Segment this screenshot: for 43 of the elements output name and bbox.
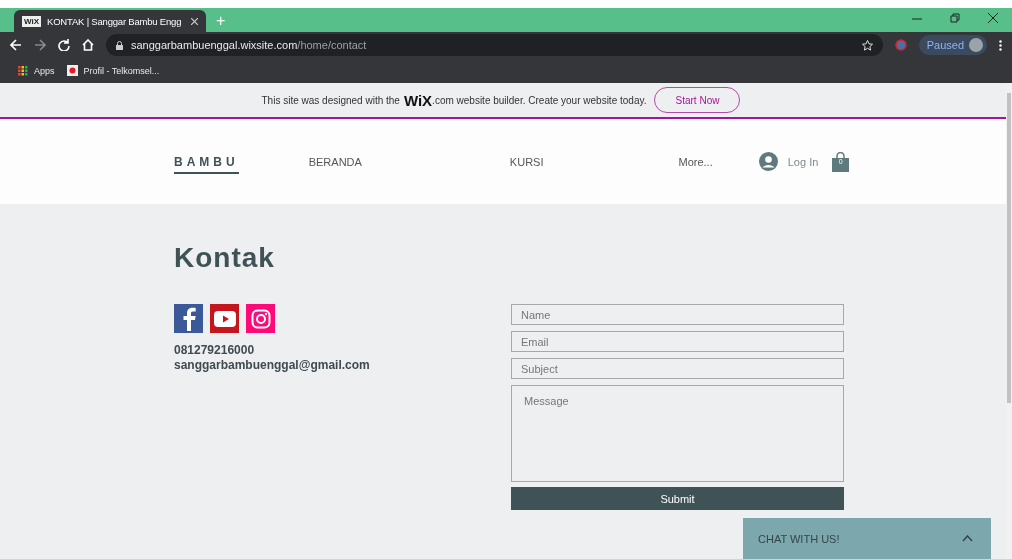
menu-icon[interactable] [999, 39, 1002, 51]
facebook-icon[interactable] [174, 304, 203, 333]
avatar-icon [969, 38, 983, 52]
submit-button[interactable]: Submit [511, 487, 844, 510]
tab-title: KONTAK | Sanggar Bambu Engg [47, 15, 183, 27]
youtube-icon[interactable] [210, 304, 239, 333]
input-field[interactable]: Subject [511, 358, 844, 379]
restore-icon[interactable] [950, 12, 960, 23]
star-icon[interactable] [861, 39, 873, 51]
home-icon[interactable] [82, 39, 94, 51]
nav-link[interactable]: More... [678, 155, 713, 168]
email-address: sanggarbambuenggal@gmail.com [174, 358, 371, 373]
url-text: sanggarbambuenggal.wixsite.com/home/contact [131, 39, 367, 51]
profile-button[interactable]: Paused [918, 35, 987, 55]
input-field[interactable]: Name [511, 304, 844, 325]
extension-icon[interactable] [894, 39, 907, 51]
reload-icon[interactable] [58, 39, 70, 51]
page-title: Kontak [174, 242, 276, 274]
lock-icon [116, 40, 123, 50]
address-bar[interactable]: sanggarbambuenggal.wixsite.com/home/contact [106, 34, 883, 56]
banner-text: This site was designed with the [261, 94, 400, 106]
user-icon[interactable] [758, 152, 778, 171]
apps-grid-icon [18, 65, 28, 76]
bookmark-link[interactable]: Profil - Telkomsel... [66, 65, 160, 76]
nav-link[interactable]: BERANDA [308, 155, 362, 168]
forward-icon[interactable] [34, 39, 46, 51]
tab-favicon: WiX [22, 15, 42, 27]
login-link[interactable]: Log In [787, 155, 819, 168]
chat-button[interactable]: CHAT WITH US! [743, 518, 991, 559]
wix-logo: WiX [403, 91, 433, 109]
banner-text: .com website builder. Create your website today. [432, 94, 647, 106]
nav-link[interactable]: KURSI [509, 155, 544, 168]
site-logo[interactable]: BAMBU [174, 155, 239, 174]
instagram-icon[interactable] [246, 304, 275, 333]
input-field[interactable]: Email [511, 331, 844, 352]
browser-tab[interactable]: WiX KONTAK | Sanggar Bambu Engg [14, 10, 206, 32]
site-favicon-icon [66, 65, 78, 76]
scrollbar-thumb[interactable] [1007, 93, 1011, 403]
phone-number: 081279216000 [174, 343, 256, 358]
close-icon[interactable] [988, 12, 998, 23]
bookmark-link[interactable]: Apps [18, 65, 55, 76]
message-field[interactable]: Message [511, 385, 844, 482]
back-icon[interactable] [10, 39, 22, 51]
